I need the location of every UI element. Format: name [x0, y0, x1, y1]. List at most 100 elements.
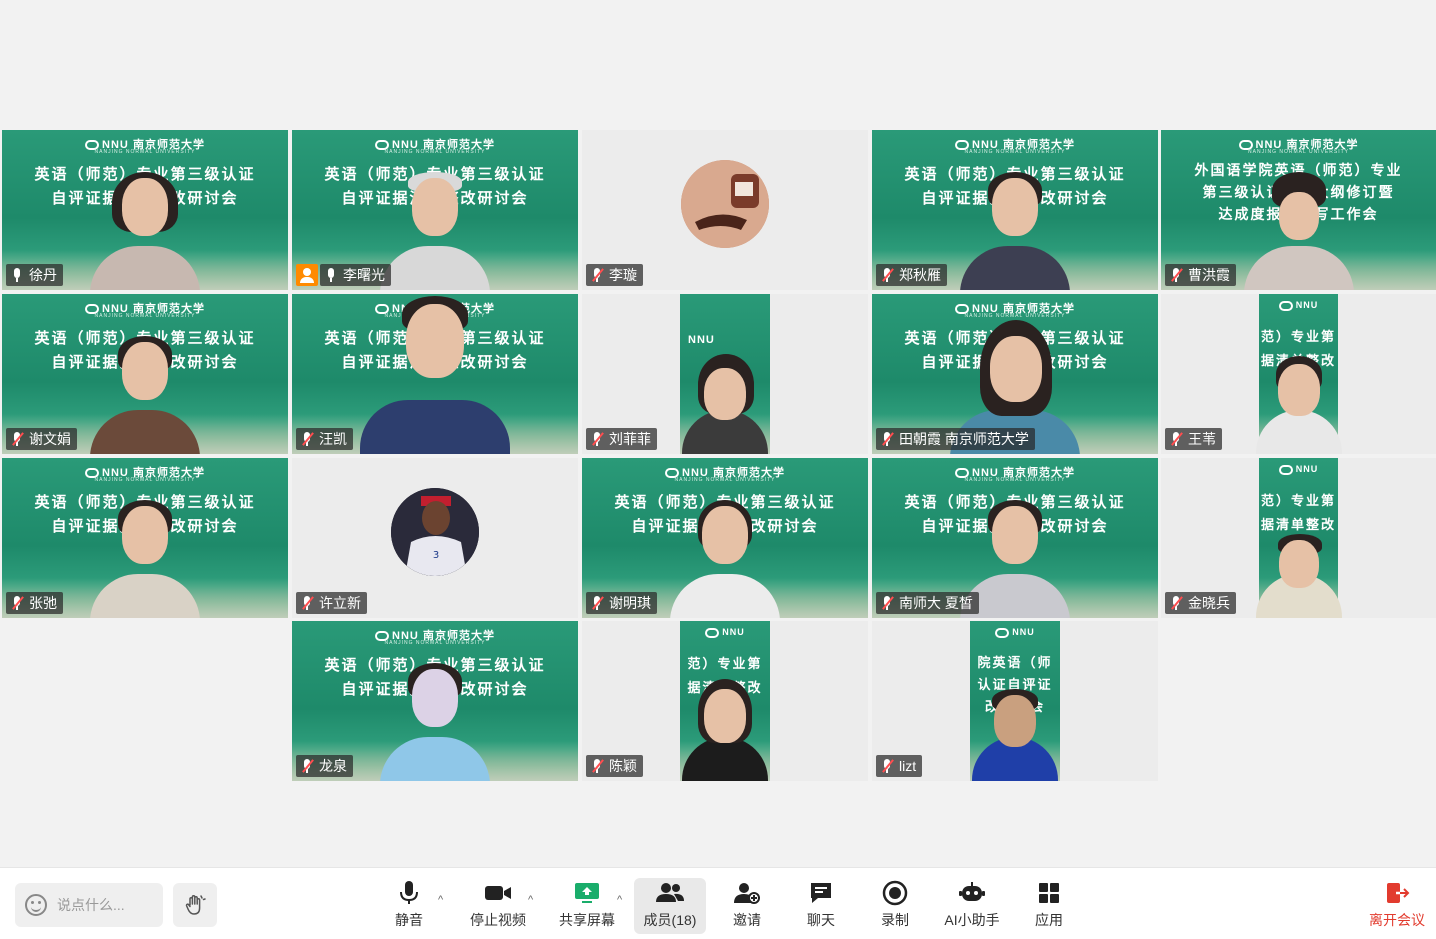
name-tag: 田朝霞 南京师范大学 [876, 428, 1035, 450]
video-tile-longquan[interactable]: NNU 南京师范大学 NANJING NORMAL UNIVERSITY 英语（… [292, 621, 578, 781]
participant-video [90, 162, 200, 290]
name-tag: 张弛 [6, 592, 63, 614]
name-tag: 李璇 [586, 264, 643, 286]
name-tag: 谢文娟 [6, 428, 77, 450]
participant-video [682, 326, 768, 454]
participant-video [1255, 326, 1342, 454]
mic-muted-icon [590, 267, 604, 283]
participant-video [90, 490, 200, 618]
name-tag: 李曙光 [320, 264, 391, 286]
participant-video [1243, 162, 1354, 290]
chat-bubble-icon [811, 883, 831, 903]
invite-user-icon [734, 883, 760, 904]
mic-muted-icon [10, 595, 24, 611]
video-tile-zhangchi[interactable]: NNU 南京师范大学 NANJING NORMAL UNIVERSITY 英语（… [2, 458, 288, 618]
participant-video [682, 653, 768, 781]
mic-muted-icon [300, 431, 314, 447]
participant-video [1255, 490, 1342, 618]
name-tag: 金晓兵 [1165, 592, 1236, 614]
name-tag: 徐丹 [6, 264, 63, 286]
invite-button[interactable]: 邀请 [730, 878, 764, 934]
ai-assistant-button[interactable]: AI小助手 [942, 878, 1002, 934]
name-tag: 刘菲菲 [586, 428, 657, 450]
stop-video-button[interactable]: 停止视频 [468, 878, 528, 934]
mute-options-chevron-icon[interactable]: ^ [438, 894, 443, 906]
members-button[interactable]: 成员(18) [634, 878, 706, 934]
mic-muted-icon [10, 431, 24, 447]
avatar [681, 160, 769, 248]
video-options-chevron-icon[interactable]: ^ [528, 894, 533, 906]
participant-video [972, 653, 1058, 781]
meeting-window: NNU 南京师范大学 NANJING NORMAL UNIVERSITY 英语（… [0, 0, 1436, 939]
mic-muted-icon [590, 758, 604, 774]
mute-button[interactable]: 静音 [388, 878, 430, 934]
video-tile-xiaxi[interactable]: NNU 南京师范大学 NANJING NORMAL UNIVERSITY 英语（… [872, 458, 1158, 618]
video-tile-liufeifei[interactable]: NNU 刘菲菲 [582, 294, 868, 454]
video-tile-wangwei[interactable]: NNU 范）专业第据清单整改 王苇 [1161, 294, 1436, 454]
mic-muted-icon [300, 758, 314, 774]
share-screen-button[interactable]: 共享屏幕 [557, 878, 617, 934]
record-icon [882, 880, 908, 906]
mic-muted-icon [880, 431, 894, 447]
screen-share-icon [575, 883, 599, 903]
mic-muted-icon [590, 431, 604, 447]
name-tag: 龙泉 [296, 755, 353, 777]
svg-text:3: 3 [433, 550, 439, 561]
exit-icon [1387, 883, 1410, 903]
mic-muted-icon [590, 595, 604, 611]
participant-video [380, 162, 490, 290]
members-icon [656, 883, 684, 902]
name-tag: 王苇 [1165, 428, 1222, 450]
chat-button[interactable]: 聊天 [804, 878, 838, 934]
hand-icon [185, 895, 206, 915]
video-tile-chenying[interactable]: NNU 范）专业第据清单整改 陈颖 [582, 621, 868, 781]
leave-meeting-button[interactable]: 离开会议 [1368, 878, 1426, 934]
mic-icon [324, 267, 338, 283]
video-tile-caohongxia[interactable]: NNU 南京师范大学 NANJING NORMAL UNIVERSITY 外国语… [1161, 130, 1436, 290]
avatar: 3 [391, 488, 479, 576]
name-tag: 曹洪霞 [1165, 264, 1236, 286]
video-tile-xiewenjuan[interactable]: NNU 南京师范大学 NANJING NORMAL UNIVERSITY 英语（… [2, 294, 288, 454]
video-tile-jinxiaobing[interactable]: NNU 范）专业第 据清单整改 金晓兵 [1161, 458, 1436, 618]
participant-video [380, 653, 490, 781]
share-options-chevron-icon[interactable]: ^ [617, 894, 622, 906]
video-tile-lizt[interactable]: NNU 院英语（师认证自评证改研讨会 lizt [872, 621, 1158, 781]
video-tile-xulixin[interactable]: 3 许立新 [292, 458, 578, 618]
video-tile-lishuguang[interactable]: NNU 南京师范大学 NANJING NORMAL UNIVERSITY 英语（… [292, 130, 578, 290]
video-tile-tianzhaoxia[interactable]: NNU 南京师范大学 NANJING NORMAL UNIVERSITY 英语（… [872, 294, 1158, 454]
apps-button[interactable]: 应用 [1032, 878, 1066, 934]
name-tag: 汪凯 [296, 428, 353, 450]
name-tag: 谢明琪 [586, 592, 657, 614]
name-tag: 许立新 [296, 592, 367, 614]
video-tile-xiemingqi[interactable]: NNU 南京师范大学 NANJING NORMAL UNIVERSITY 英语（… [582, 458, 868, 618]
video-tile-wangkai[interactable]: NNU 南京师范大学 NANJING NORMAL UNIVERSITY 英语（… [292, 294, 578, 454]
name-tag: 陈颖 [586, 755, 643, 777]
name-tag: lizt [876, 755, 923, 777]
mic-muted-icon [1169, 267, 1183, 283]
mic-muted-icon [880, 758, 894, 774]
emoji-icon[interactable] [25, 894, 47, 916]
raise-hand-button[interactable] [173, 883, 217, 927]
record-button[interactable]: 录制 [878, 878, 912, 934]
name-tag: 郑秋雁 [876, 264, 947, 286]
participant-video [90, 326, 200, 454]
video-tile-zhengqiuyan[interactable]: NNU 南京师范大学 NANJING NORMAL UNIVERSITY 英语（… [872, 130, 1158, 290]
microphone-icon [400, 881, 418, 904]
mic-muted-icon [1169, 595, 1183, 611]
mic-muted-icon [880, 267, 894, 283]
participant-video [360, 296, 510, 454]
mic-icon [10, 267, 24, 283]
host-icon [296, 264, 318, 286]
apps-grid-icon [1039, 883, 1059, 903]
video-tile-lixuan[interactable]: 李璇 [582, 130, 868, 290]
video-tile-xudan[interactable]: NNU 南京师范大学 NANJING NORMAL UNIVERSITY 英语（… [2, 130, 288, 290]
meeting-toolbar: 说点什么... 静音 ^ 停止视频 ^ 共享屏幕 ^ 成员(18) 邀请 聊天 … [0, 867, 1436, 939]
mic-muted-icon [880, 595, 894, 611]
mic-muted-icon [300, 595, 314, 611]
robot-icon [959, 882, 985, 901]
name-tag: 南师大 夏皙 [876, 592, 979, 614]
video-camera-icon [485, 886, 511, 900]
mic-muted-icon [1169, 431, 1183, 447]
participant-video [960, 162, 1070, 290]
chat-input[interactable]: 说点什么... [15, 883, 163, 927]
